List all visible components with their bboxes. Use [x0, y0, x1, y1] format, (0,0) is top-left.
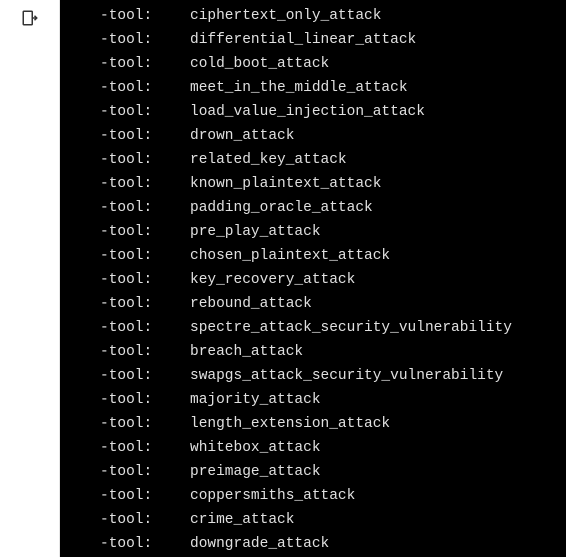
- line-prefix: -tool:: [100, 196, 190, 220]
- line-prefix: -tool:: [100, 484, 190, 508]
- terminal-line: -tool:key_recovery_attack: [100, 268, 566, 292]
- terminal-line: -tool:preimage_attack: [100, 460, 566, 484]
- line-prefix: -tool:: [100, 436, 190, 460]
- line-value: key_recovery_attack: [190, 268, 355, 292]
- line-prefix: -tool:: [100, 388, 190, 412]
- terminal-line: -tool:known_plaintext_attack: [100, 172, 566, 196]
- line-prefix: -tool:: [100, 52, 190, 76]
- line-prefix: -tool:: [100, 148, 190, 172]
- line-value: pre_play_attack: [190, 220, 321, 244]
- line-value: load_value_injection_attack: [190, 100, 425, 124]
- line-prefix: -tool:: [100, 364, 190, 388]
- line-value: breach_attack: [190, 340, 303, 364]
- terminal-line: -tool:swapgs_attack_security_vulnerabili…: [100, 364, 566, 388]
- terminal-line: -tool:padding_oracle_attack: [100, 196, 566, 220]
- line-prefix: -tool:: [100, 292, 190, 316]
- line-value: majority_attack: [190, 388, 321, 412]
- terminal-line: -tool:ciphertext_only_attack: [100, 4, 566, 28]
- terminal-line: -tool:differential_linear_attack: [100, 28, 566, 52]
- line-value: downgrade_attack: [190, 532, 329, 556]
- line-prefix: -tool:: [100, 532, 190, 556]
- line-prefix: -tool:: [100, 268, 190, 292]
- line-prefix: -tool:: [100, 316, 190, 340]
- terminal-line: -tool:rebound_attack: [100, 292, 566, 316]
- terminal-line: -tool:cold_boot_attack: [100, 52, 566, 76]
- line-prefix: -tool:: [100, 76, 190, 100]
- line-value: cold_boot_attack: [190, 52, 329, 76]
- line-value: whitebox_attack: [190, 436, 321, 460]
- line-value: preimage_attack: [190, 460, 321, 484]
- line-value: length_extension_attack: [190, 412, 390, 436]
- line-value: spectre_attack_security_vulnerability: [190, 316, 512, 340]
- line-value: swapgs_attack_security_vulnerability: [190, 364, 503, 388]
- terminal-line: -tool:majority_attack: [100, 388, 566, 412]
- line-value: coppersmiths_attack: [190, 484, 355, 508]
- line-value: rebound_attack: [190, 292, 312, 316]
- exit-icon[interactable]: [20, 8, 40, 28]
- terminal-line: -tool:related_key_attack: [100, 148, 566, 172]
- line-prefix: -tool:: [100, 124, 190, 148]
- line-value: known_plaintext_attack: [190, 172, 381, 196]
- line-value: meet_in_the_middle_attack: [190, 76, 408, 100]
- terminal-line: -tool:breach_attack: [100, 340, 566, 364]
- terminal-line: -tool:drown_attack: [100, 124, 566, 148]
- terminal-output: -tool:ciphertext_only_attack -tool:diffe…: [60, 0, 566, 557]
- line-value: padding_oracle_attack: [190, 196, 373, 220]
- terminal-line: -tool:length_extension_attack: [100, 412, 566, 436]
- line-value: chosen_plaintext_attack: [190, 244, 390, 268]
- terminal-line: -tool:coppersmiths_attack: [100, 484, 566, 508]
- line-prefix: -tool:: [100, 340, 190, 364]
- line-prefix: -tool:: [100, 172, 190, 196]
- line-value: crime_attack: [190, 508, 294, 532]
- line-prefix: -tool:: [100, 508, 190, 532]
- line-value: ciphertext_only_attack: [190, 4, 381, 28]
- terminal-line: -tool:pre_play_attack: [100, 220, 566, 244]
- line-prefix: -tool:: [100, 4, 190, 28]
- terminal-line: -tool:chosen_plaintext_attack: [100, 244, 566, 268]
- terminal-line: -tool:crime_attack: [100, 508, 566, 532]
- terminal-line: -tool:downgrade_attack: [100, 532, 566, 556]
- line-prefix: -tool:: [100, 100, 190, 124]
- line-prefix: -tool:: [100, 220, 190, 244]
- terminal-line: -tool:whitebox_attack: [100, 436, 566, 460]
- line-value: related_key_attack: [190, 148, 347, 172]
- terminal-line: -tool:spectre_attack_security_vulnerabil…: [100, 316, 566, 340]
- sidebar: [0, 0, 60, 557]
- line-prefix: -tool:: [100, 460, 190, 484]
- line-prefix: -tool:: [100, 28, 190, 52]
- terminal-line: -tool:load_value_injection_attack: [100, 100, 566, 124]
- line-value: drown_attack: [190, 124, 294, 148]
- terminal-line: -tool:meet_in_the_middle_attack: [100, 76, 566, 100]
- line-prefix: -tool:: [100, 244, 190, 268]
- line-prefix: -tool:: [100, 412, 190, 436]
- line-value: differential_linear_attack: [190, 28, 416, 52]
